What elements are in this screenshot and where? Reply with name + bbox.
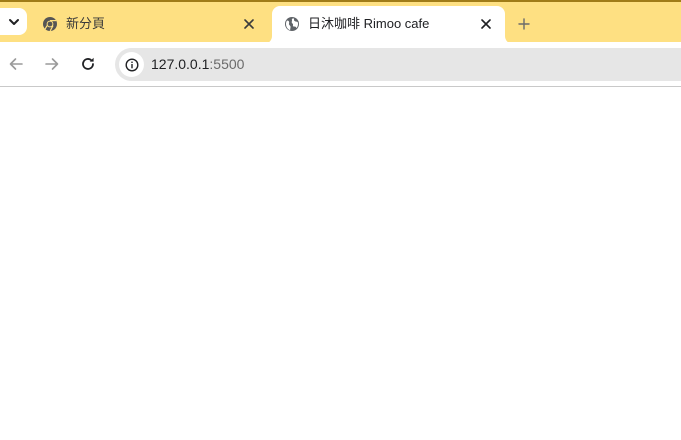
reload-icon <box>82 57 94 70</box>
site-info-button[interactable] <box>119 52 144 77</box>
arrow-left-icon <box>9 58 23 70</box>
plus-icon <box>518 18 530 30</box>
tab-new-tab[interactable]: 新分頁 <box>30 6 268 44</box>
close-icon <box>481 19 491 29</box>
url-port: :5500 <box>209 56 245 72</box>
close-icon <box>244 19 254 29</box>
tab-search-button[interactable] <box>0 8 27 35</box>
browser-window: 新分頁 日沐咖啡 Rimoo cafe 127.0.0.1:5500 <box>0 0 681 440</box>
new-tab-button[interactable] <box>512 12 536 36</box>
tab-close-button[interactable] <box>477 15 495 33</box>
back-button[interactable] <box>4 52 28 76</box>
url-text[interactable]: 127.0.0.1:5500 <box>151 56 244 73</box>
forward-button[interactable] <box>40 52 64 76</box>
info-icon <box>124 57 139 72</box>
globe-icon <box>284 16 300 32</box>
reload-button[interactable] <box>76 52 100 76</box>
tab-title: 日沐咖啡 Rimoo cafe <box>308 16 430 31</box>
tab-title: 新分頁 <box>66 16 106 31</box>
chrome-logo-icon <box>42 16 58 32</box>
toolbar: 127.0.0.1:5500 <box>0 42 681 87</box>
address-bar[interactable]: 127.0.0.1:5500 <box>115 48 681 81</box>
tab-close-button[interactable] <box>240 15 258 33</box>
chevron-down-icon <box>8 18 19 25</box>
tab-rimoo-cafe[interactable]: 日沐咖啡 Rimoo cafe <box>272 6 505 44</box>
page-content <box>0 88 681 440</box>
tab-strip: 新分頁 日沐咖啡 Rimoo cafe <box>0 0 681 44</box>
url-host: 127.0.0.1 <box>151 56 210 72</box>
arrow-right-icon <box>45 58 59 70</box>
